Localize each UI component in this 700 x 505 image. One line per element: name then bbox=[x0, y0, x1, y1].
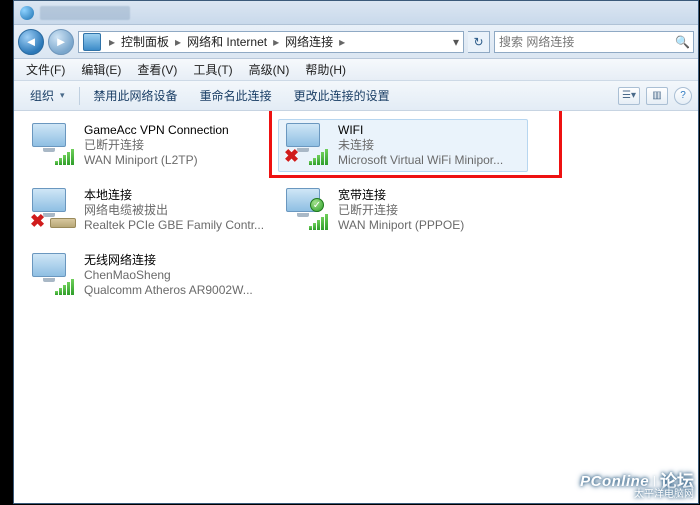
connection-icon bbox=[30, 123, 76, 165]
connection-device: Realtek PCIe GBE Family Contr... bbox=[84, 218, 264, 233]
cmd-rename[interactable]: 重命名此连接 bbox=[190, 83, 282, 108]
connections-grid: GameAcc VPN Connection已断开连接WAN Miniport … bbox=[24, 119, 688, 314]
connection-name: 宽带连接 bbox=[338, 188, 464, 203]
cable-icon bbox=[50, 218, 76, 228]
connection-device: Qualcomm Atheros AR9002W... bbox=[84, 283, 253, 298]
connection-item[interactable]: GameAcc VPN Connection已断开连接WAN Miniport … bbox=[24, 119, 274, 172]
cmd-change-settings[interactable]: 更改此连接的设置 bbox=[284, 83, 400, 108]
connection-icon: ✓ bbox=[284, 188, 330, 230]
app-icon bbox=[20, 6, 34, 20]
connection-device: WAN Miniport (PPPOE) bbox=[338, 218, 464, 233]
signal-bars-icon bbox=[55, 279, 74, 295]
search-placeholder: 搜索 网络连接 bbox=[499, 33, 574, 50]
connection-item[interactable]: ✖ WIFI未连接Microsoft Virtual WiFi Minipor..… bbox=[278, 119, 528, 172]
chevron-down-icon[interactable]: ▾ bbox=[449, 35, 463, 49]
connection-status: 未连接 bbox=[338, 138, 503, 153]
chevron-right-icon[interactable]: ▸ bbox=[171, 35, 185, 49]
forward-button[interactable]: ► bbox=[48, 29, 74, 55]
menu-file[interactable]: 文件(F) bbox=[18, 59, 73, 80]
menu-bar: 文件(F) 编辑(E) 查看(V) 工具(T) 高级(N) 帮助(H) bbox=[14, 59, 698, 81]
refresh-button[interactable]: ↻ bbox=[468, 31, 490, 53]
nav-bar: ◄ ► ▸ 控制面板 ▸ 网络和 Internet ▸ 网络连接 ▸ ▾ ↻ 搜… bbox=[14, 25, 698, 59]
connection-text: GameAcc VPN Connection已断开连接WAN Miniport … bbox=[84, 123, 229, 168]
cmd-disable-device[interactable]: 禁用此网络设备 bbox=[84, 83, 188, 108]
connection-name: GameAcc VPN Connection bbox=[84, 123, 229, 138]
connection-device: Microsoft Virtual WiFi Minipor... bbox=[338, 153, 503, 168]
title-blur bbox=[40, 6, 130, 20]
connection-name: WIFI bbox=[338, 123, 503, 138]
menu-edit[interactable]: 编辑(E) bbox=[73, 59, 129, 80]
signal-bars-icon bbox=[309, 149, 328, 165]
menu-help[interactable]: 帮助(H) bbox=[297, 59, 354, 80]
connection-item[interactable]: ✓ 宽带连接已断开连接WAN Miniport (PPPOE) bbox=[278, 184, 528, 237]
connection-status: 已断开连接 bbox=[84, 138, 229, 153]
search-icon: 🔍 bbox=[675, 35, 689, 49]
connection-icon: ✖ bbox=[30, 188, 76, 230]
search-input[interactable]: 搜索 网络连接 🔍 bbox=[494, 31, 694, 53]
connection-status: ChenMaoSheng bbox=[84, 268, 253, 283]
connection-text: WIFI未连接Microsoft Virtual WiFi Minipor... bbox=[338, 123, 503, 168]
menu-advanced[interactable]: 高级(N) bbox=[241, 59, 298, 80]
breadcrumb-item[interactable]: 控制面板 bbox=[119, 33, 171, 50]
signal-bars-icon bbox=[309, 214, 328, 230]
connection-name: 无线网络连接 bbox=[84, 253, 253, 268]
connection-text: 本地连接网络电缆被拔出Realtek PCIe GBE Family Contr… bbox=[84, 188, 264, 233]
location-icon bbox=[83, 33, 101, 51]
menu-tools[interactable]: 工具(T) bbox=[185, 59, 240, 80]
breadcrumb-item[interactable]: 网络连接 bbox=[283, 33, 335, 50]
preview-pane-button[interactable]: ▥ bbox=[646, 87, 668, 105]
title-bar bbox=[14, 1, 698, 25]
error-x-icon: ✖ bbox=[284, 149, 300, 165]
back-button[interactable]: ◄ bbox=[18, 29, 44, 55]
address-breadcrumb[interactable]: ▸ 控制面板 ▸ 网络和 Internet ▸ 网络连接 ▸ ▾ bbox=[78, 31, 464, 53]
command-bar: 组织 禁用此网络设备 重命名此连接 更改此连接的设置 ☰▾ ▥ ? bbox=[14, 81, 698, 111]
connection-name: 本地连接 bbox=[84, 188, 264, 203]
window-frame: ◄ ► ▸ 控制面板 ▸ 网络和 Internet ▸ 网络连接 ▸ ▾ ↻ 搜… bbox=[13, 0, 699, 504]
connection-icon bbox=[30, 253, 76, 295]
cmd-right-cluster: ☰▾ ▥ ? bbox=[618, 87, 692, 105]
view-options-button[interactable]: ☰▾ bbox=[618, 87, 640, 105]
connection-status: 已断开连接 bbox=[338, 203, 464, 218]
check-icon: ✓ bbox=[310, 198, 324, 212]
cmd-organize[interactable]: 组织 bbox=[20, 83, 75, 108]
connection-text: 无线网络连接ChenMaoShengQualcomm Atheros AR900… bbox=[84, 253, 253, 298]
chevron-right-icon[interactable]: ▸ bbox=[105, 35, 119, 49]
chevron-right-icon[interactable]: ▸ bbox=[335, 35, 349, 49]
connection-icon: ✖ bbox=[284, 123, 330, 165]
menu-view[interactable]: 查看(V) bbox=[129, 59, 185, 80]
connection-device: WAN Miniport (L2TP) bbox=[84, 153, 229, 168]
help-button[interactable]: ? bbox=[674, 87, 692, 105]
error-x-icon: ✖ bbox=[30, 214, 46, 230]
content-area: GameAcc VPN Connection已断开连接WAN Miniport … bbox=[14, 111, 698, 503]
connection-text: 宽带连接已断开连接WAN Miniport (PPPOE) bbox=[338, 188, 464, 233]
separator bbox=[79, 87, 80, 105]
chevron-right-icon[interactable]: ▸ bbox=[269, 35, 283, 49]
signal-bars-icon bbox=[55, 149, 74, 165]
breadcrumb-item[interactable]: 网络和 Internet bbox=[185, 33, 269, 50]
connection-status: 网络电缆被拔出 bbox=[84, 203, 264, 218]
connection-item[interactable]: ✖ 本地连接网络电缆被拔出Realtek PCIe GBE Family Cont… bbox=[24, 184, 274, 237]
connection-item[interactable]: 无线网络连接ChenMaoShengQualcomm Atheros AR900… bbox=[24, 249, 274, 302]
